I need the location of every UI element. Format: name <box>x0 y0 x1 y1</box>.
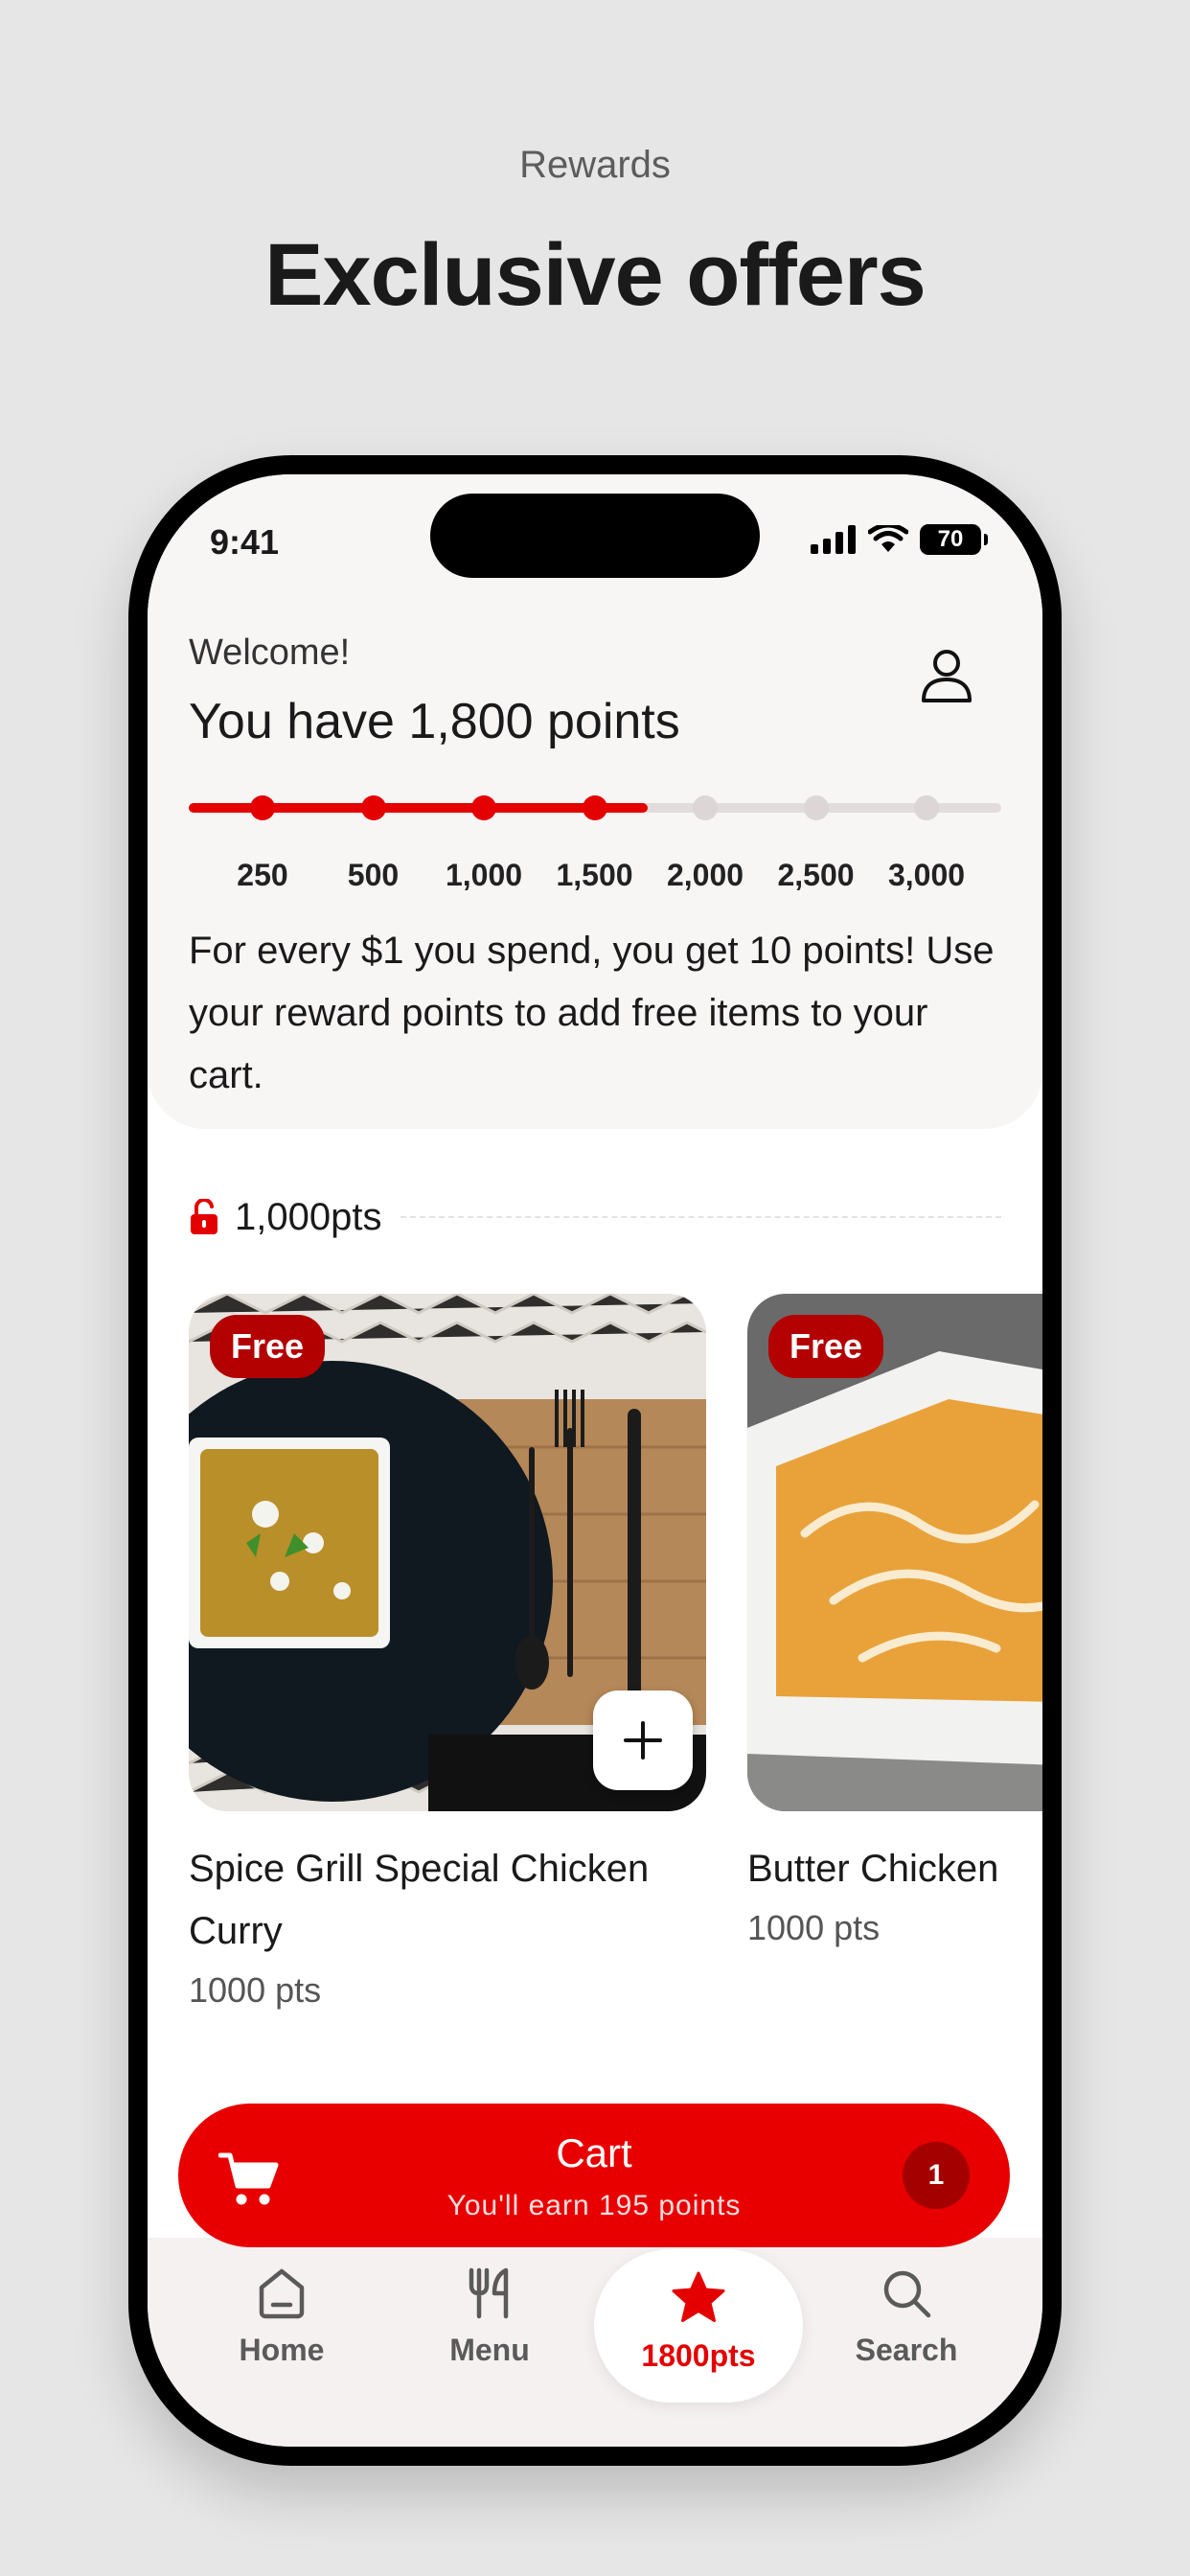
profile-icon[interactable] <box>920 647 973 709</box>
tab-menu[interactable]: Menu <box>394 2266 585 2368</box>
tab-label: Search <box>855 2333 958 2367</box>
points-title: You have 1,800 points <box>189 694 680 749</box>
page-headline: Exclusive offers <box>264 226 927 324</box>
milestone-dot <box>914 795 939 820</box>
item-image[interactable]: Free <box>189 1294 706 1811</box>
cart-button[interactable]: Cart You'll earn 195 points 1 <box>178 2104 1010 2247</box>
milestone-dot <box>803 795 829 820</box>
phone-frame: Welcome! You have 1,800 points 250 500 1… <box>128 455 1062 2466</box>
page-eyebrow: Rewards <box>519 144 671 186</box>
cart-label: Cart <box>556 2130 632 2175</box>
milestone-label: 250 <box>237 858 288 892</box>
app-screen: Welcome! You have 1,800 points 250 500 1… <box>148 474 1042 2447</box>
milestone-dot <box>360 795 386 820</box>
milestone-label: 1,500 <box>556 858 633 892</box>
plus-icon <box>624 1721 662 1760</box>
tab-rewards[interactable]: 1800pts <box>594 2249 803 2403</box>
wifi-icon <box>868 525 908 552</box>
milestone-dot <box>250 795 275 820</box>
milestone-label: 1,000 <box>445 858 523 892</box>
milestone-dot <box>582 795 607 820</box>
status-icons: 70 <box>811 524 988 555</box>
tab-label: Home <box>239 2333 325 2367</box>
reward-item-card[interactable]: Free Spice Grill Special Chicken Curry 1… <box>189 1294 706 2011</box>
item-title: Butter Chicken <box>747 1848 999 1890</box>
section-divider <box>400 1216 1001 1218</box>
milestone-dot <box>693 795 718 820</box>
item-title: Spice Grill Special Chicken Curry <box>189 1848 650 1952</box>
unlock-icon <box>191 1199 217 1234</box>
points-progress-track <box>189 795 1001 820</box>
dynamic-island <box>430 494 760 578</box>
cart-points-subtitle: You'll earn 195 points <box>446 2190 742 2221</box>
welcome-text: Welcome! <box>189 632 351 673</box>
tab-label: Menu <box>449 2333 530 2367</box>
star-icon <box>672 2271 725 2322</box>
milestone-label: 500 <box>347 858 400 892</box>
home-icon <box>259 2268 305 2319</box>
reward-item-card[interactable]: Free Butter Chicken 1000 pts <box>747 1294 1042 1948</box>
item-points: 1000 pts <box>747 1908 881 1947</box>
item-image[interactable]: Free <box>747 1294 1042 1811</box>
signal-icon <box>811 525 856 554</box>
milestone-label: 2,000 <box>666 858 744 892</box>
milestone-label: 3,000 <box>887 858 966 892</box>
free-badge: Free <box>768 1315 884 1378</box>
search-icon <box>883 2270 931 2318</box>
cart-count-badge: 1 <box>903 2142 970 2209</box>
battery-icon: 70 <box>920 524 988 555</box>
milestone-dot <box>471 795 496 820</box>
item-points: 1000 pts <box>189 1970 322 2010</box>
points-info-text: For every $1 you spend, you get 10 point… <box>189 930 995 1096</box>
tab-label: 1800pts <box>641 2338 756 2373</box>
tab-search[interactable]: Search <box>811 2266 1002 2368</box>
add-to-cart-button[interactable] <box>593 1690 693 1790</box>
bottom-tab-bar: Home Menu 1800pts Search <box>148 2238 1042 2447</box>
utensils-icon <box>469 2267 509 2319</box>
section-header: 1,000pts <box>189 1193 1001 1241</box>
free-badge: Free <box>210 1315 326 1378</box>
tab-home[interactable]: Home <box>186 2266 378 2368</box>
milestone-label: 2,500 <box>777 858 855 892</box>
section-label: 1,000pts <box>235 1195 382 1238</box>
status-time: 9:41 <box>210 522 280 562</box>
